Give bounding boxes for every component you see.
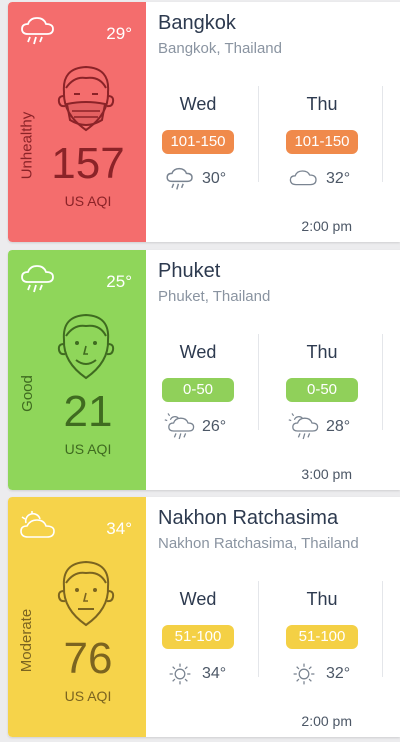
forecast-day: Thu [306,94,338,114]
rain-cloud-icon [18,14,58,48]
forecast-aqi-range: 0-50 [162,378,234,402]
city-card[interactable]: 29° Unhealthy 157 US AQI Bangkok Bangkok… [8,2,400,242]
update-time: 3:00 pm [301,466,352,482]
face-icon [52,310,120,390]
divider [258,334,259,430]
forecast-temperature: 26° [202,418,227,435]
city-region: Nakhon Ratchasima, Thailand [158,535,359,552]
face-icon [52,62,120,142]
sun-cloud-icon [18,509,58,543]
sun-rain-icon [164,413,196,441]
forecast-aqi-range: 51-100 [162,625,234,649]
aqi-level-label: Unhealthy [18,111,36,179]
divider [382,581,383,677]
forecast-aqi-range: 101-150 [286,130,358,154]
forecast-day: Thu [306,589,338,609]
divider [258,86,259,182]
city-name: Bangkok [158,12,236,34]
current-temperature: 34° [106,519,132,538]
aqi-level-label: Moderate [18,608,36,672]
forecast-aqi-range: 51-100 [286,625,358,649]
forecast-day: Thu [306,342,338,362]
city-card[interactable]: 25° Good 21 US AQI Phuket Phuket, Thaila… [8,250,400,490]
sun-icon [288,660,320,688]
aqi-panel: 25° Good 21 US AQI [8,250,146,490]
forecast-day: Wed [179,94,217,114]
update-time: 2:00 pm [301,713,352,729]
forecast-day: Wed [179,342,217,362]
forecast-temperature: 32° [326,170,351,187]
forecast-temperature: 32° [326,665,351,682]
divider [382,334,383,430]
forecast-day: Wed [179,589,217,609]
sun-icon [164,660,196,688]
city-card-list[interactable]: 29° Unhealthy 157 US AQI Bangkok Bangkok… [0,0,400,742]
rain-cloud-icon [164,165,196,193]
current-temperature: 29° [106,24,132,43]
aqi-panel: 34° Moderate 76 US AQI [8,497,146,737]
aqi-level: Good [12,338,42,448]
city-region: Phuket, Thailand [158,288,271,305]
rain-cloud-icon [18,262,58,296]
cloud-icon [288,165,320,193]
forecast-temperature: 30° [202,170,227,187]
aqi-value: 76 [63,634,113,683]
aqi-level-label: Good [18,374,36,412]
aqi-unit: US AQI [64,193,112,209]
aqi-unit: US AQI [64,441,112,457]
aqi-level: Unhealthy [12,90,42,200]
aqi-value: 157 [51,139,125,188]
city-name: Nakhon Ratchasima [158,507,339,529]
forecast-aqi-range: 101-150 [162,130,234,154]
city-name: Phuket [158,260,221,282]
forecast-temperature: 28° [326,418,351,435]
city-region: Bangkok, Thailand [158,40,282,57]
face-icon [52,557,120,637]
sun-rain-icon [288,413,320,441]
divider [258,581,259,677]
aqi-unit: US AQI [64,688,112,704]
aqi-value: 21 [63,387,113,436]
forecast-aqi-range: 0-50 [286,378,358,402]
city-card[interactable]: 34° Moderate 76 US AQI Nakhon Ratchasima… [8,497,400,737]
divider [382,86,383,182]
forecast-temperature: 34° [202,665,227,682]
current-temperature: 25° [106,272,132,291]
update-time: 2:00 pm [301,218,352,234]
aqi-panel: 29° Unhealthy 157 US AQI [8,2,146,242]
aqi-level: Moderate [12,585,42,695]
